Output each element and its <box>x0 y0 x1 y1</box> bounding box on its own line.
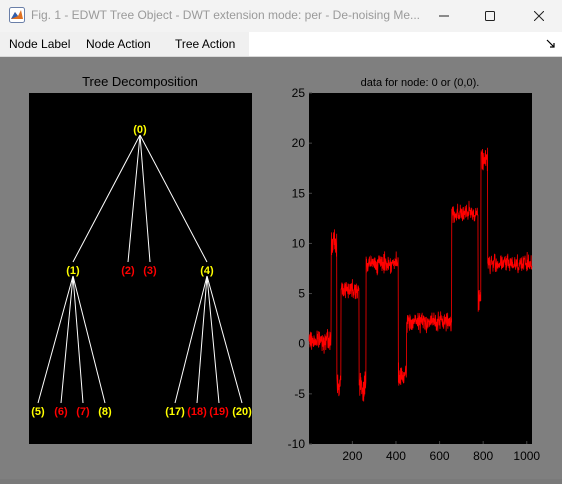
y-tick-label: -10 <box>288 437 306 451</box>
title-bar[interactable]: Fig. 1 - EDWT Tree Object - DWT extensio… <box>0 0 562 32</box>
tree-node-7[interactable]: (7) <box>76 406 90 418</box>
y-tick-label: -5 <box>294 387 305 401</box>
x-tick-label: 800 <box>473 449 493 463</box>
tree-node-18[interactable]: (18) <box>187 406 207 418</box>
tree-node-20[interactable]: (20) <box>232 406 252 418</box>
menu-tree-action[interactable]: Tree Action <box>175 37 235 51</box>
matlab-figure-window: Fig. 1 - EDWT Tree Object - DWT extensio… <box>0 0 562 479</box>
plot-axes-background <box>309 93 532 444</box>
tree-node-2[interactable]: (2) <box>121 265 135 277</box>
tree-panel-title: Tree Decomposition <box>82 74 198 89</box>
y-tick-label: 15 <box>292 186 306 200</box>
window-title: Fig. 1 - EDWT Tree Object - DWT extensio… <box>31 8 421 22</box>
x-tick-label: 600 <box>430 449 450 463</box>
tree-node-8[interactable]: (8) <box>98 406 112 418</box>
y-tick-label: 5 <box>298 287 305 301</box>
maximize-button[interactable] <box>467 0 513 32</box>
figure-canvas: Tree Decomposition (0) (1) (2) (3) (4) (5) (6)… <box>0 57 562 479</box>
x-tick-label: 1000 <box>513 449 540 463</box>
minimize-button[interactable] <box>421 0 467 32</box>
tree-node-19[interactable]: (19) <box>209 406 229 418</box>
close-icon <box>534 11 544 21</box>
chart-title: data for node: 0 or (0,0). <box>361 77 480 89</box>
matlab-figure-icon <box>9 7 25 23</box>
x-tick-label: 400 <box>386 449 406 463</box>
tree-node-17[interactable]: (17) <box>165 406 185 418</box>
x-tick-label: 200 <box>342 449 362 463</box>
tree-node-6[interactable]: (6) <box>54 406 68 418</box>
close-button[interactable] <box>516 0 562 32</box>
tree-node-4[interactable]: (4) <box>200 265 214 277</box>
figure-svg: Tree Decomposition (0) (1) (2) (3) (4) (5) (6)… <box>29 74 540 463</box>
y-tick-label: 25 <box>292 86 306 100</box>
dock-arrow-icon[interactable] <box>546 39 556 49</box>
menu-node-action[interactable]: Node Action <box>86 37 151 51</box>
menu-bar: Node Label Node Action Tree Action <box>0 32 562 57</box>
y-tick-label: 0 <box>298 337 305 351</box>
tree-node-5[interactable]: (5) <box>31 406 45 418</box>
minimize-icon <box>439 15 449 17</box>
y-tick-label: 20 <box>292 136 306 150</box>
tree-node-1[interactable]: (1) <box>66 265 80 277</box>
maximize-icon <box>485 11 495 21</box>
y-tick-label: 10 <box>292 236 306 250</box>
menu-node-label[interactable]: Node Label <box>9 37 70 51</box>
tree-node-0[interactable]: (0) <box>133 124 147 136</box>
tree-node-3[interactable]: (3) <box>143 265 157 277</box>
